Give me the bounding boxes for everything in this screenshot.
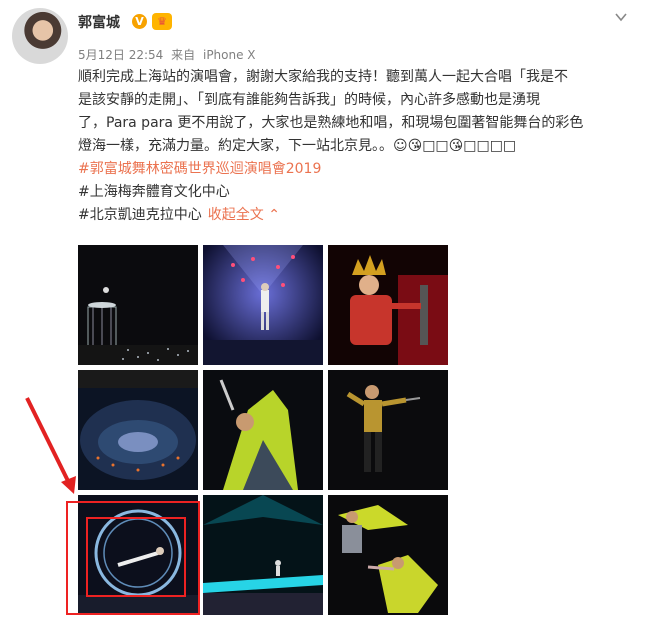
post-text-line: 順利完成上海站的演唱會，謝謝大家給我的支持！聽到萬人一起大合唱「我是不 bbox=[78, 69, 568, 85]
fan-crown-icon[interactable]: ♛ bbox=[152, 13, 172, 30]
arena-overview-photo[interactable] bbox=[78, 370, 198, 490]
post-meta: 5月12日 22:54 来自 iPhone X bbox=[78, 46, 256, 63]
source-prefix: 来自 bbox=[171, 48, 196, 62]
post-text-line: 燈海一樣，充滿力量。約定大家，下一站北京見。。☺😘□□😘□□□□ bbox=[78, 138, 517, 154]
gold-suit-mic-photo[interactable] bbox=[328, 370, 448, 490]
verified-badge-icon: V bbox=[132, 14, 147, 29]
location-tag-link[interactable]: #上海梅奔體育文化中心 bbox=[78, 184, 230, 200]
hashtag-link[interactable]: #郭富城舞林密碼世界巡迴演唱會2019 bbox=[78, 161, 321, 177]
collapse-text-button[interactable]: 收起全文 ⌃ bbox=[208, 207, 280, 223]
highlight-box-inner bbox=[86, 517, 186, 597]
post-source: iPhone X bbox=[202, 48, 256, 62]
post-text-line: 了，Para para 更不用說了，大家也是熟練地和唱，和現場包圍著智能舞台的彩… bbox=[78, 115, 584, 131]
post-text-line: 是該安靜的走開」、「到底有誰能夠告訴我」的時候，內心許多感動也是湧現 bbox=[78, 92, 540, 108]
crown-costume-photo[interactable] bbox=[328, 245, 448, 365]
chevron-down-icon[interactable] bbox=[614, 10, 628, 24]
post-text: 順利完成上海站的演唱會，謝謝大家給我的支持！聽到萬人一起大合唱「我是不 是該安靜… bbox=[78, 66, 623, 227]
post-date[interactable]: 5月12日 22:54 bbox=[78, 48, 163, 62]
yellow-costume-photo[interactable] bbox=[203, 370, 323, 490]
username[interactable]: 郭富城 bbox=[78, 12, 120, 32]
collapse-label: 收起全文 bbox=[207, 207, 264, 223]
dancers-photo[interactable] bbox=[328, 495, 448, 615]
avatar[interactable] bbox=[12, 8, 68, 64]
location-tag-link[interactable]: #北京凱迪克拉中心 bbox=[78, 207, 202, 223]
chevron-up-icon: ⌃ bbox=[268, 207, 280, 223]
blue-lights-photo[interactable] bbox=[203, 245, 323, 365]
stage-cage-photo[interactable] bbox=[78, 245, 198, 365]
cyan-stage-photo[interactable] bbox=[203, 495, 323, 615]
